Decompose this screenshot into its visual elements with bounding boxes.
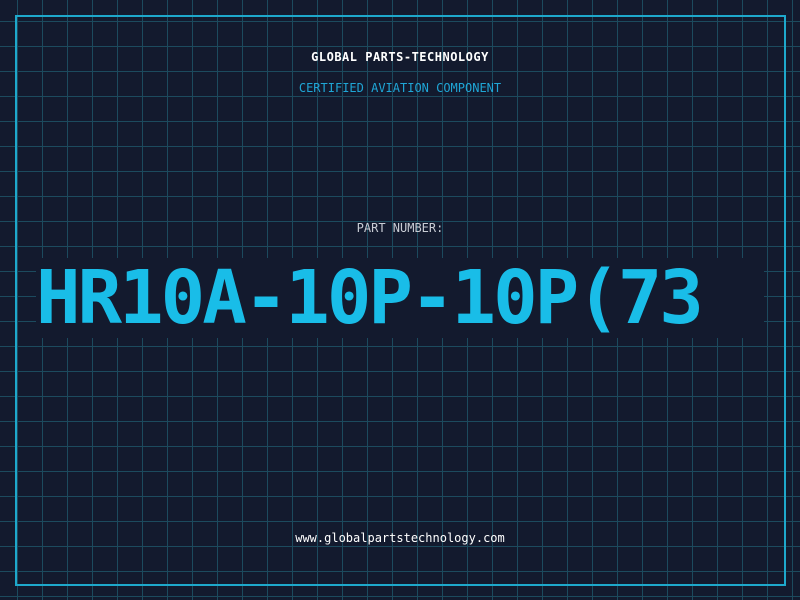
brand-title: GLOBAL PARTS-TECHNOLOGY bbox=[311, 50, 489, 64]
certificate-canvas: GLOBAL PARTS-TECHNOLOGY CERTIFIED AVIATI… bbox=[0, 0, 800, 600]
part-number-label: PART NUMBER: bbox=[356, 221, 444, 235]
part-number-value: HR10A-10P-10P(73 bbox=[36, 258, 704, 338]
part-number-band: HR10A-10P-10P(73 bbox=[36, 258, 764, 338]
website-url: www.globalpartstechnology.com bbox=[295, 531, 505, 545]
brand-subtitle: CERTIFIED AVIATION COMPONENT bbox=[298, 81, 502, 95]
